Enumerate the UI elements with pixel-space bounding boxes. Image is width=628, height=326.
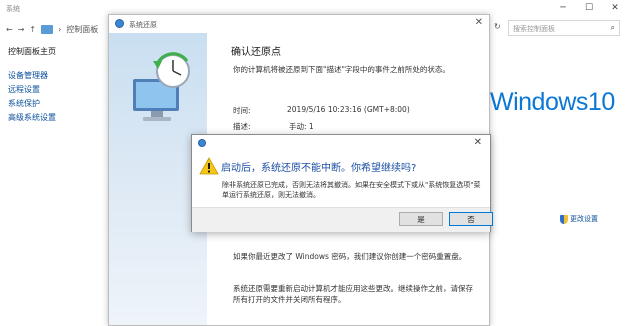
maximize-button[interactable]: ☐ xyxy=(576,0,602,16)
yes-button[interactable]: 是 xyxy=(399,212,443,226)
no-button[interactable]: 否 xyxy=(449,212,493,226)
time-label: 时间: xyxy=(233,106,251,115)
back-icon[interactable]: ← xyxy=(6,25,13,34)
window-title: 系统 xyxy=(6,5,20,13)
dialog-close-button[interactable]: ✕ xyxy=(474,137,482,148)
system-restore-titlebar: 系统还原 ✕ xyxy=(109,15,489,33)
save-files-note: 系统还原需要重新启动计算机才能应用这些更改。继续操作之前，请保存所有打开的文件并… xyxy=(233,284,473,304)
password-reset-note: 如果你最近更改了 Windows 密码，我们建议你创建一个密码重置盘。 xyxy=(233,252,467,261)
description-label: 描述: xyxy=(233,122,251,131)
minimize-button[interactable]: ─ xyxy=(550,0,576,16)
up-icon[interactable]: ↑ xyxy=(29,25,36,34)
sidebar-item-advanced-settings[interactable]: 高级系统设置 xyxy=(8,111,56,125)
system-restore-monitor-icon xyxy=(133,52,190,121)
search-placeholder: 搜索控制面板 xyxy=(513,25,555,33)
sidebar-home-link[interactable]: 控制面板主页 xyxy=(8,46,56,57)
change-settings-label: 更改设置 xyxy=(570,215,598,223)
warning-icon xyxy=(199,157,219,175)
breadcrumb-control-panel[interactable]: 控制面板 xyxy=(66,24,98,35)
confirm-restore-point-heading: 确认还原点 xyxy=(231,47,281,58)
description-value: 手动: 1 xyxy=(289,122,314,131)
sidebar-item-remote-settings[interactable]: 远程设置 xyxy=(8,83,56,97)
search-icon[interactable]: ⌕ xyxy=(611,23,615,33)
change-settings-link[interactable]: 更改设置 xyxy=(560,214,598,224)
dialog-titlebar: ✕ xyxy=(192,135,490,151)
windows-logo: Windows10 xyxy=(490,88,615,116)
time-value: 2019/5/16 10:23:16 (GMT+8:00) xyxy=(287,105,410,114)
dialog-question: 启动后，系统还原不能中断。你希望继续吗? xyxy=(221,163,417,174)
dialog-button-bar: 是 否 xyxy=(192,207,493,232)
system-restore-title: 系统还原 xyxy=(129,21,157,29)
search-input[interactable]: 搜索控制面板 ⌕ xyxy=(508,20,620,36)
dialog-info: 除非系统还原已完成，否则无法将其撤消。如果在安全模式下或从"系统恢复选项"菜单运… xyxy=(222,181,481,199)
sidebar: 控制面板主页 设备管理器 远程设置 系统保护 高级系统设置 xyxy=(8,46,56,125)
chevron-right-icon: › xyxy=(58,24,62,34)
confirmation-dialog: ✕ 启动后，系统还原不能中断。你希望继续吗? 除非系统还原已完成，否则无法将其撤… xyxy=(191,134,493,232)
control-panel-icon xyxy=(41,24,54,34)
forward-icon[interactable]: → xyxy=(18,25,25,34)
address-bar: ← → ↑ › 控制面板 xyxy=(6,22,98,36)
shield-icon xyxy=(560,214,568,224)
sidebar-item-system-protection[interactable]: 系统保护 xyxy=(8,97,56,111)
restore-description: 你的计算机将被还原到下面"描述"字段中的事件之前所处的状态。 xyxy=(233,65,450,74)
sidebar-item-device-manager[interactable]: 设备管理器 xyxy=(8,69,56,83)
dialog-app-icon xyxy=(198,139,206,147)
refresh-icon[interactable]: ↻ xyxy=(494,22,501,31)
system-restore-close-button[interactable]: ✕ xyxy=(475,17,483,28)
system-restore-app-icon xyxy=(115,19,124,28)
close-button[interactable]: ✕ xyxy=(602,0,628,16)
window-controls: ─ ☐ ✕ xyxy=(550,0,628,16)
